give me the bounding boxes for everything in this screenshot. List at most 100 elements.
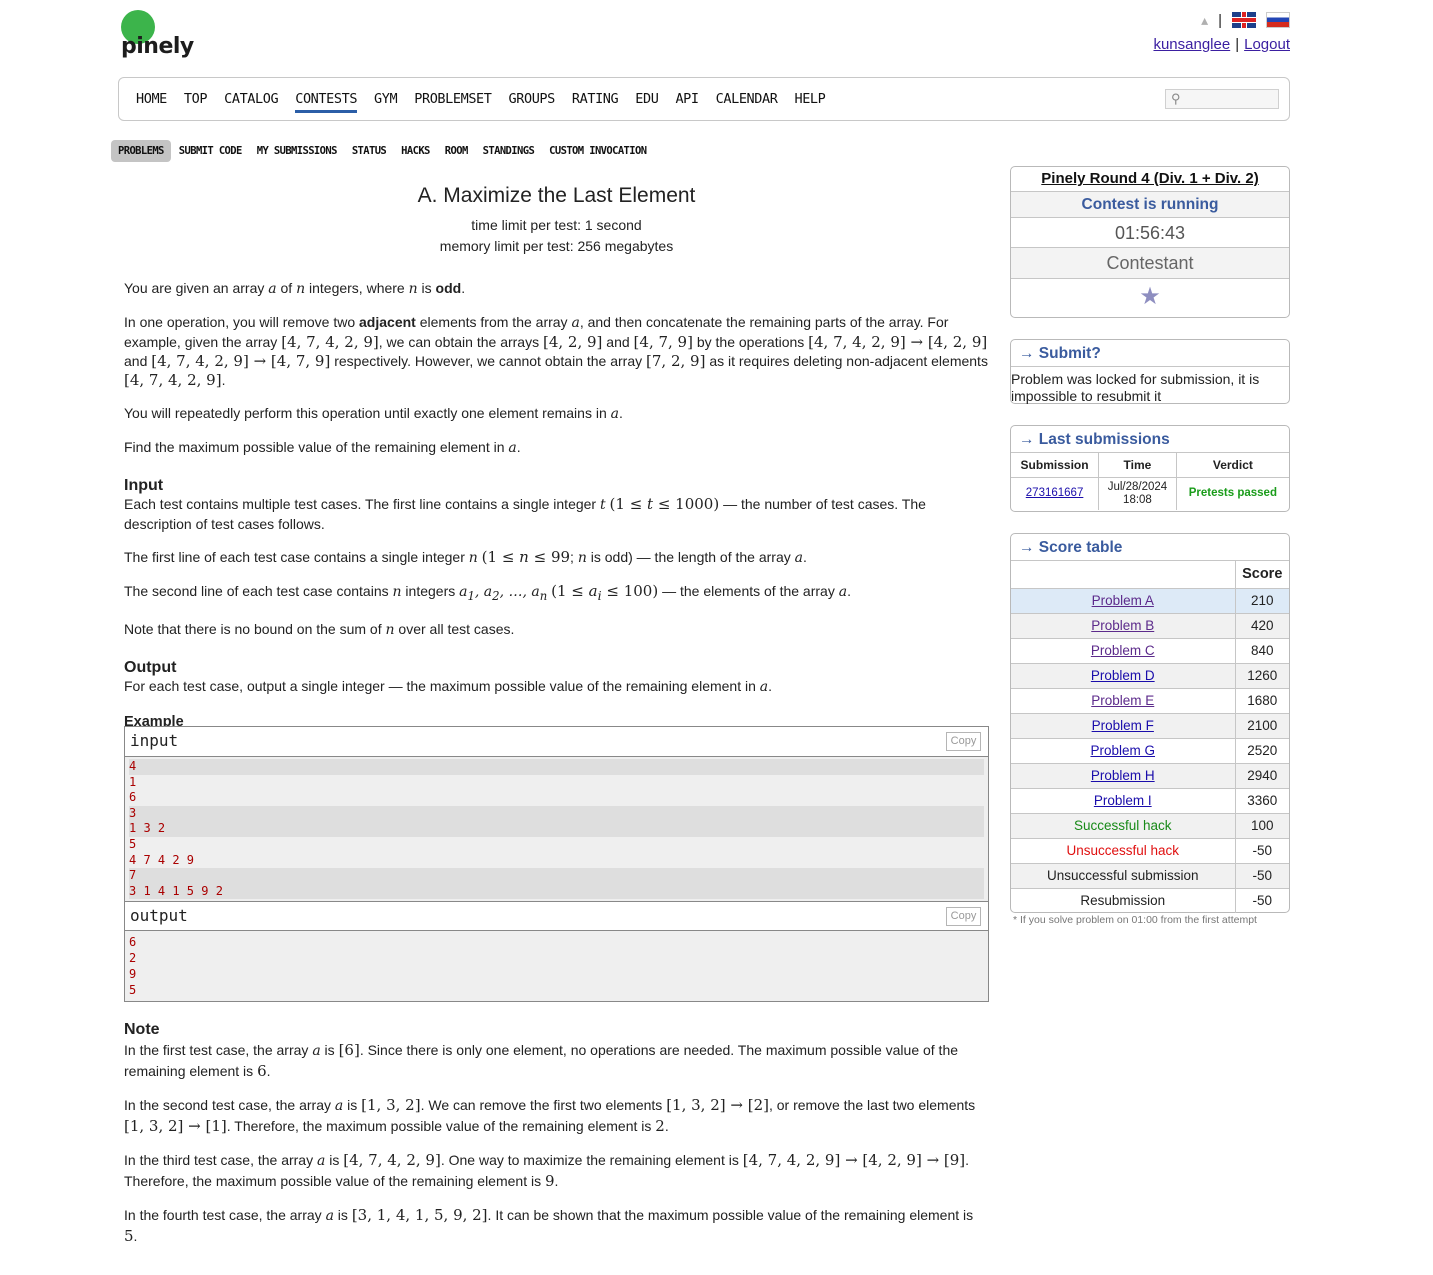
unsuccessful-submission-label: Unsuccessful submission (1011, 863, 1236, 889)
sample-output-line: 5 (129, 983, 137, 998)
output-title: Output (124, 658, 177, 676)
submit-box-title[interactable]: → Submit? (1011, 340, 1289, 367)
tab-status[interactable]: STATUS (345, 140, 393, 162)
problem-h-link[interactable]: Problem H (1091, 768, 1155, 783)
tab-problems[interactable]: PROBLEMS (111, 140, 171, 162)
copy-output-button[interactable]: Copy (946, 907, 981, 927)
table-row: Problem C 840 (1011, 638, 1289, 664)
tab-my-submissions[interactable]: MY SUBMISSIONS (250, 140, 344, 162)
favourite-star-icon[interactable]: ★ (1011, 279, 1289, 317)
submission-link[interactable]: 273161667 (1026, 487, 1084, 499)
tab-submit-code[interactable]: SUBMIT CODE (172, 140, 249, 162)
submission-time: Jul/28/2024 18:08 (1098, 477, 1177, 510)
input-paragraph: The first line of each test case contain… (124, 548, 807, 566)
problem-f-link[interactable]: Problem F (1092, 718, 1154, 733)
note-paragraph: In the fourth test case, the array a is … (124, 1206, 974, 1245)
tab-hacks[interactable]: HACKS (394, 140, 437, 162)
flag-ru-icon[interactable] (1266, 12, 1290, 28)
note-paragraph: In the first test case, the array a is [… (124, 1041, 959, 1080)
nav-help[interactable]: HELP (794, 91, 825, 107)
username-link[interactable]: kunsanglee (1153, 36, 1230, 53)
nav-rating[interactable]: RATING (572, 91, 619, 107)
tab-room[interactable]: ROOM (438, 140, 475, 162)
problem-title: A. Maximize the Last Element (417, 184, 696, 207)
unsuccessful-hack-label: Unsuccessful hack (1011, 838, 1236, 864)
sample-input: 4 1 6 3 1 3 2 5 4 7 4 2 9 7 3 1 4 1 5 9 … (125, 757, 988, 902)
score-value: 1680 (1235, 688, 1289, 714)
flag-uk-icon[interactable] (1232, 12, 1256, 28)
score-value: 210 (1235, 588, 1289, 614)
time-limit: time limit per test: 1 second (471, 217, 642, 233)
sample-input-line: 3 1 4 1 5 9 2 (129, 883, 984, 900)
sample-test: input Copy 4 1 6 3 1 3 2 5 4 7 4 2 9 7 3… (124, 726, 989, 1003)
problem-i-link[interactable]: Problem I (1094, 793, 1152, 808)
nav-groups[interactable]: GROUPS (509, 91, 556, 107)
problem-c-link[interactable]: Problem C (1091, 643, 1155, 658)
copy-input-button[interactable]: Copy (946, 732, 981, 751)
contest-name: Pinely Round 4 (Div. 1 + Div. 2) (1011, 167, 1289, 192)
table-row: Problem D 1260 (1011, 663, 1289, 689)
problem-g-link[interactable]: Problem G (1090, 743, 1155, 758)
score-table: Score Problem A 210 Problem B 420 Problem … (1011, 561, 1289, 913)
score-value: 2520 (1235, 738, 1289, 764)
score-value: 420 (1235, 613, 1289, 639)
nav-home[interactable]: HOME (136, 91, 167, 107)
score-value: 840 (1235, 638, 1289, 664)
score-value: -50 (1252, 893, 1272, 909)
table-row: Problem E 1680 (1011, 688, 1289, 714)
resubmission-label: Resubmission (1011, 888, 1236, 913)
sample-output-block: output Copy 6 2 9 5 (125, 901, 988, 1002)
problem-a-link[interactable]: Problem A (1092, 593, 1154, 608)
problem-b-link[interactable]: Problem B (1091, 618, 1154, 633)
column-header: Verdict (1176, 453, 1289, 478)
nav-catalog[interactable]: CATALOG (224, 91, 279, 107)
sample-output: 6 2 9 5 (125, 931, 988, 1002)
sample-input-line: 3 (129, 805, 984, 822)
sample-input-line: 6 (129, 790, 137, 805)
search-input[interactable]: ⚲ (1165, 89, 1279, 109)
score-table-title[interactable]: → Score table (1011, 534, 1289, 561)
nav-api[interactable]: API (675, 91, 699, 107)
table-row: Problem A 210 (1011, 588, 1289, 614)
nav-top[interactable]: TOP (184, 91, 208, 107)
input-paragraph: The second line of each test case contai… (124, 582, 851, 603)
last-submissions-table: Submission Time Verdict 273161667 Jul/28… (1011, 453, 1289, 510)
sample-output-header: output Copy (125, 901, 988, 932)
input-paragraph: Note that there is no bound on the sum o… (124, 620, 515, 638)
submission-verdict: Pretests passed (1188, 487, 1277, 500)
top-right-bar: ▴ | kunsanglee | Logout (1153, 10, 1290, 53)
problem-e-link[interactable]: Problem E (1091, 693, 1154, 708)
nav-calendar[interactable]: CALENDAR (716, 91, 778, 107)
output-paragraph: For each test case, output a single inte… (124, 677, 773, 695)
table-row: Problem I 3360 (1011, 788, 1289, 814)
submit-box-text: Problem was locked for submission, it is… (1011, 371, 1260, 404)
contest-menu: PROBLEMS SUBMIT CODE MY SUBMISSIONS STAT… (111, 140, 654, 162)
tab-custom-invocation[interactable]: CUSTOM INVOCATION (542, 140, 653, 162)
sample-input-line: 7 (129, 868, 984, 884)
contest-name-link[interactable]: Pinely Round 4 (Div. 1 + Div. 2) (1041, 170, 1258, 187)
bell-icon[interactable]: ▴ (1192, 12, 1208, 28)
main-menu: HOME TOP CATALOG CONTESTS GYM PROBLEMSET… (118, 77, 1290, 121)
nav-edu[interactable]: EDU (635, 91, 659, 107)
nav-contests[interactable]: CONTESTS (295, 91, 357, 113)
contest-status: Contest is running (1011, 192, 1289, 218)
score-table-box: → Score table Score Problem A 210 Problem… (1010, 533, 1290, 913)
contest-role: Contestant (1011, 248, 1289, 279)
last-submissions-title[interactable]: → Last submissions (1011, 426, 1289, 453)
note-paragraph: In the second test case, the array a is … (124, 1096, 976, 1135)
logo-text[interactable]: pinely (121, 34, 194, 59)
note-section: Note In the first test case, the array a… (124, 1020, 989, 1260)
nav-gym[interactable]: GYM (374, 91, 398, 107)
logout-link[interactable]: Logout (1244, 36, 1290, 53)
contest-timer: 01:56:43 (1011, 218, 1289, 248)
column-header: Time (1098, 453, 1177, 478)
nav-problemset[interactable]: PROBLEMSET (414, 91, 492, 107)
sample-input-label: input (130, 731, 179, 750)
score-value: 2940 (1235, 763, 1289, 789)
sample-output-label: output (130, 906, 188, 926)
note-paragraph: In the third test case, the array a is [… (124, 1151, 970, 1190)
problem-d-link[interactable]: Problem D (1091, 668, 1155, 683)
tab-standings[interactable]: STANDINGS (476, 140, 542, 162)
sample-input-line: 4 (129, 759, 984, 775)
score-value: -50 (1235, 863, 1289, 889)
